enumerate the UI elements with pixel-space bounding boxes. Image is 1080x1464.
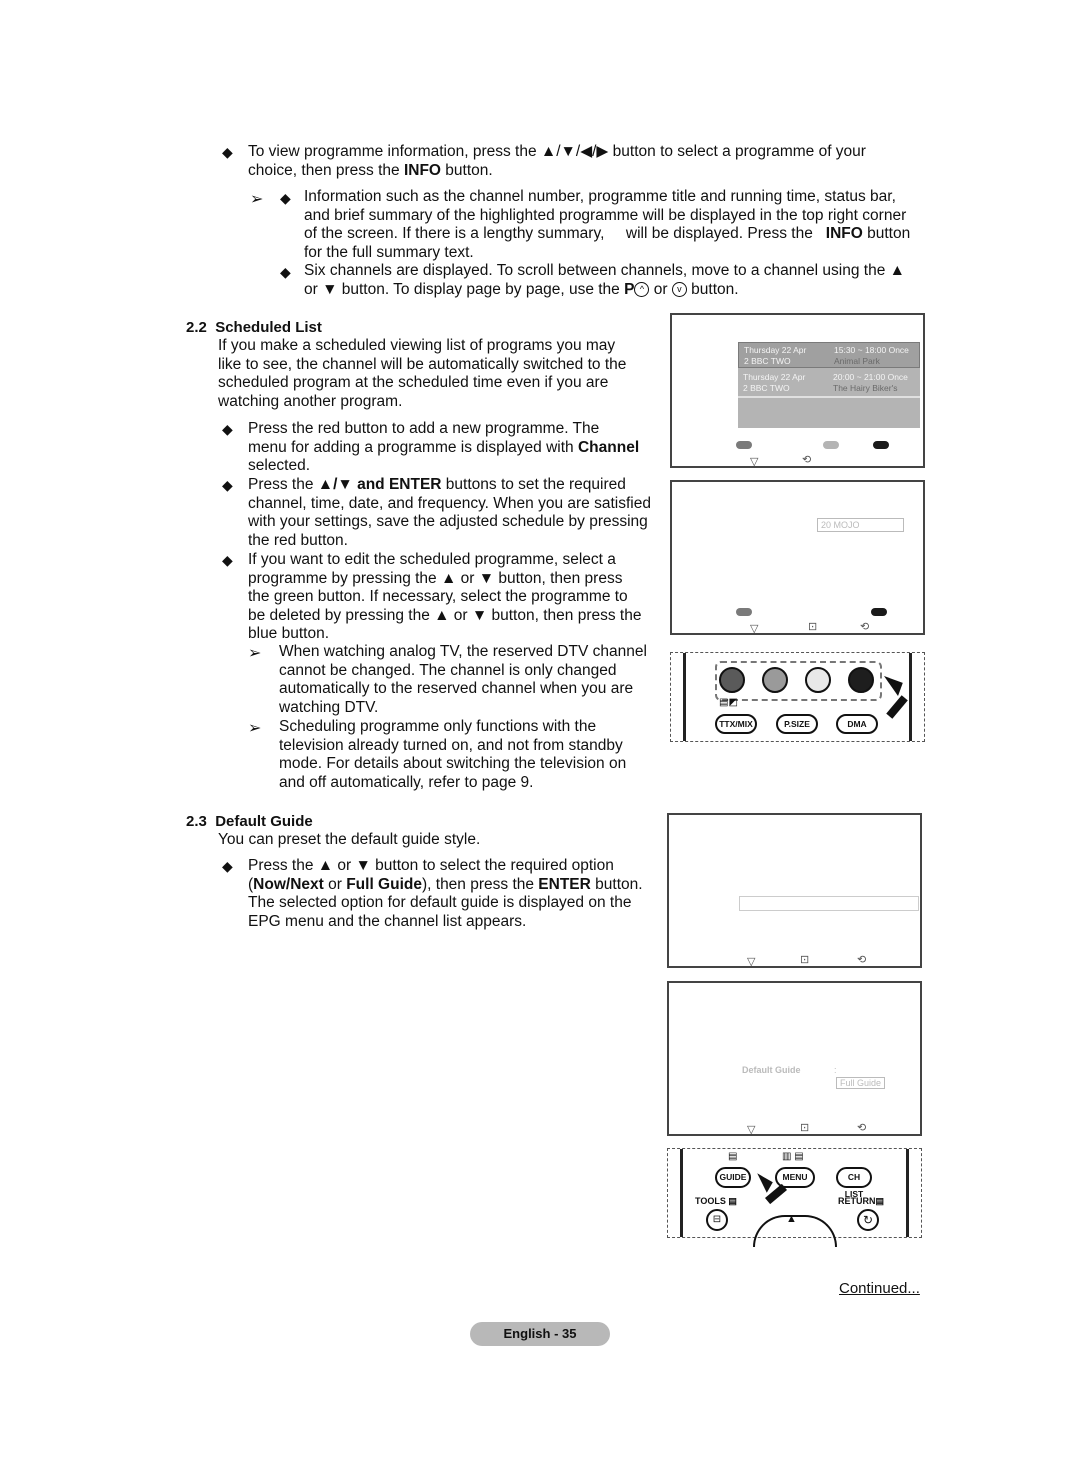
diamond-bullet-icon: ◆	[280, 264, 291, 280]
return-label: RETURN▤	[838, 1196, 885, 1206]
remote-color-buttons: ▤◩ TTX/MIX P.SIZE DMA	[670, 652, 925, 742]
red-button[interactable]	[719, 667, 745, 693]
return-icon: ⟲	[857, 954, 867, 966]
intro-bullet-1: To view programme information, press the…	[248, 143, 866, 179]
pointer-arrow-icon	[879, 676, 903, 696]
p-size-button[interactable]: P.SIZE	[776, 714, 818, 734]
page-up-icon: ^	[634, 282, 650, 297]
bullet-select-guide: Press the ▲ or ▼ button to select the re…	[248, 857, 643, 930]
page-number-badge: English - 35	[470, 1322, 610, 1346]
note-analog-tv: When watching analog TV, the reserved DT…	[279, 643, 647, 716]
highlighted-menu-item[interactable]	[739, 896, 919, 911]
bullet-add-programme: Press the red button to add a new progra…	[248, 420, 640, 475]
colon: :	[834, 1065, 837, 1075]
remote-edge	[683, 653, 686, 741]
intro-note: Information such as the channel number, …	[304, 188, 911, 261]
screen-scheduled-list: Thursday 22 Apr 15:30 ~ 18:00 Once 2 BBC…	[670, 313, 925, 468]
diamond-bullet-icon: ◆	[222, 421, 233, 437]
direction-arrows-icon: ▲/▼/◀/▶	[540, 143, 609, 160]
red-button-icon	[736, 608, 752, 616]
remote-edge	[909, 653, 912, 741]
return-button[interactable]: ↻	[857, 1209, 879, 1231]
move-icon: ▽	[750, 623, 759, 635]
schedule-row[interactable]: Thursday 22 Apr 15:30 ~ 18:00 Once 2 BBC…	[738, 342, 920, 368]
tools-label: TOOLS ▤	[695, 1196, 737, 1206]
move-icon: ▽	[747, 1124, 756, 1136]
menu-mode-icon: ▥ ▤	[782, 1151, 804, 1162]
note-standby: Scheduling programme only functions with…	[279, 718, 627, 791]
tools-button[interactable]: ⊟	[706, 1209, 728, 1231]
screen-add-programme: 20 MOJO ▽ ⊡ ⟲	[670, 480, 925, 635]
blue-button-icon	[873, 441, 889, 449]
section-heading: 2.3 Default Guide	[186, 813, 313, 830]
diamond-bullet-icon: ◆	[222, 858, 233, 874]
default-guide-label: Default Guide	[742, 1065, 801, 1075]
pointer-arrow-icon	[751, 1173, 773, 1193]
section-intro-paragraph: You can preset the default guide style.	[218, 831, 481, 848]
enter-icon: ⊡	[800, 1122, 810, 1134]
yellow-button-icon	[823, 441, 839, 449]
bullet-edit-programme: If you want to edit the scheduled progra…	[248, 551, 642, 643]
green-button[interactable]	[762, 667, 788, 693]
diamond-bullet-icon: ◆	[222, 144, 233, 160]
screen-guide-menu: ▽ ⊡ ⟲	[667, 813, 922, 968]
dma-button[interactable]: DMA	[836, 714, 878, 734]
remote-guide-buttons: ▤ ▥ ▤ GUIDE MENU CH LIST TOOLS ▤ RETURN▤…	[667, 1148, 922, 1247]
ttx-mix-button[interactable]: TTX/MIX	[715, 714, 757, 734]
guide-button[interactable]: GUIDE	[715, 1167, 751, 1188]
diamond-bullet-icon: ◆	[280, 190, 291, 206]
enter-icon: ⊡	[808, 621, 818, 633]
red-button-icon	[736, 441, 752, 449]
move-icon: ▽	[750, 456, 759, 468]
note-arrow-icon: ➢	[248, 645, 262, 662]
channel-field[interactable]: 20 MOJO	[817, 518, 904, 532]
return-icon: ⟲	[802, 454, 812, 466]
note-arrow-icon: ➢	[250, 191, 264, 208]
return-icon: ⟲	[857, 1122, 867, 1134]
intro-bullet-2: Six channels are displayed. To scroll be…	[304, 262, 905, 298]
continued-link: Continued...	[839, 1280, 920, 1297]
ch-list-button[interactable]: CH LIST	[836, 1167, 872, 1199]
full-guide-option[interactable]: Full Guide	[836, 1077, 886, 1089]
note-arrow-icon: ➢	[248, 720, 262, 737]
remote-edge	[680, 1149, 683, 1237]
scheduled-list: Thursday 22 Apr 15:30 ~ 18:00 Once 2 BBC…	[738, 342, 920, 428]
guide-mode-icon: ▤	[728, 1151, 738, 1162]
return-icon: ⟲	[860, 621, 870, 633]
page-down-icon: v	[671, 282, 687, 297]
blue-button[interactable]	[848, 667, 874, 693]
yellow-button[interactable]	[805, 667, 831, 693]
remote-edge	[906, 1149, 909, 1237]
up-arrow-icon[interactable]: ▲	[786, 1213, 797, 1225]
diamond-bullet-icon: ◆	[222, 477, 233, 493]
section-heading: 2.2 Scheduled List	[186, 319, 322, 336]
teletext-icon: ▤◩	[719, 697, 738, 708]
move-icon: ▽	[747, 956, 756, 968]
bullet-set-channel: Press the ▲/▼ and ENTER buttons to set t…	[248, 476, 651, 549]
section-intro-paragraph: If you make a scheduled viewing list of …	[218, 337, 627, 410]
enter-icon: ⊡	[800, 954, 810, 966]
pointer-arrow-icon	[886, 695, 908, 719]
blue-button-icon	[871, 608, 887, 616]
schedule-row[interactable]: Thursday 22 Apr 20:00 ~ 21:00 Once 2 BBC…	[738, 370, 920, 398]
diamond-bullet-icon: ◆	[222, 552, 233, 568]
screen-default-guide: Default Guide : Full Guide ▽ ⊡ ⟲	[667, 981, 922, 1136]
